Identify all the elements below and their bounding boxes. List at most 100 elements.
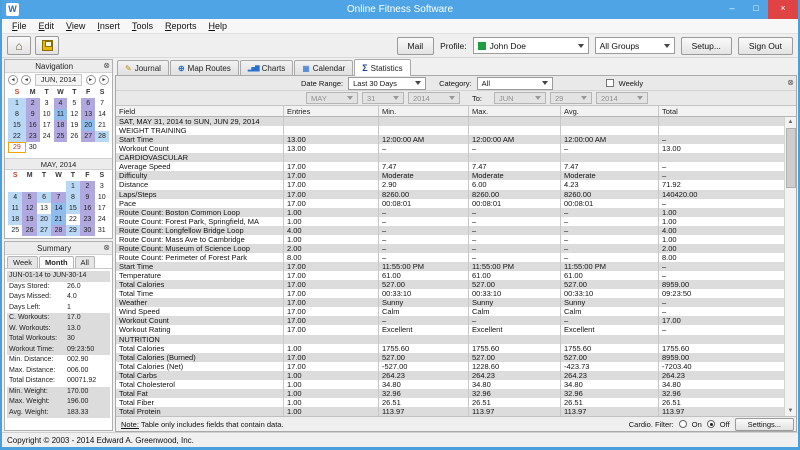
calendar-day[interactable]: 22 — [66, 214, 80, 225]
minimize-button[interactable]: – — [720, 0, 744, 19]
category-select[interactable]: All — [476, 76, 553, 90]
calendar-day[interactable]: 4 — [8, 192, 23, 203]
calendar-day[interactable]: 9 — [25, 109, 40, 120]
calendar-day[interactable]: 24 — [95, 214, 109, 225]
panel-close-icon[interactable]: ⊗ — [103, 62, 110, 70]
menu-view[interactable]: View — [60, 21, 91, 31]
calendar-day[interactable]: 11 — [53, 109, 68, 120]
calendar-day[interactable]: 14 — [51, 203, 66, 214]
calendar-day[interactable]: 14 — [95, 109, 109, 120]
calendar-day[interactable]: 26 — [67, 131, 81, 142]
calendar-day[interactable]: 5 — [22, 192, 37, 203]
calendar-day[interactable]: 19 — [67, 120, 81, 131]
calendar-day[interactable]: 23 — [25, 131, 40, 142]
calendar-day[interactable]: 2 — [25, 98, 40, 109]
to-day-select[interactable]: 29 — [550, 92, 593, 104]
calendar-day[interactable]: 8 — [8, 109, 26, 120]
calendar-day[interactable]: 7 — [95, 98, 109, 109]
calendar-day[interactable]: 10 — [95, 192, 109, 203]
panel-close-icon[interactable]: ⊗ — [103, 244, 110, 252]
mail-button[interactable]: Mail — [396, 36, 435, 55]
tab-calendar[interactable]: ▦ Calendar — [294, 60, 354, 76]
calendar-day[interactable]: 29 — [65, 225, 81, 236]
summary-tab-all[interactable]: All — [74, 256, 95, 268]
calendar-day[interactable]: 17 — [95, 203, 109, 214]
maximize-button[interactable]: □ — [744, 0, 768, 19]
calendar-day[interactable]: 26 — [22, 225, 37, 236]
calendar-day[interactable]: 25 — [8, 225, 22, 236]
calendar-day[interactable]: 3 — [40, 98, 54, 109]
calendar-day[interactable]: 25 — [53, 131, 68, 142]
summary-tab-month[interactable]: Month — [39, 256, 74, 268]
calendar-day[interactable]: 19 — [22, 214, 37, 225]
cardio-on-radio[interactable] — [678, 420, 687, 428]
vertical-scrollbar[interactable]: ▲ ▼ — [784, 117, 796, 416]
scroll-up-icon[interactable]: ▲ — [788, 117, 794, 127]
calendar-day[interactable]: 16 — [80, 203, 95, 214]
signout-button[interactable]: Sign Out — [737, 36, 793, 55]
setup-button[interactable]: Setup... — [680, 36, 732, 55]
calendar-day[interactable]: 24 — [40, 131, 54, 142]
summary-tab-week[interactable]: Week — [7, 256, 39, 268]
calendar-day[interactable]: 29 — [8, 142, 26, 153]
cardio-off-radio[interactable] — [706, 420, 715, 428]
calendar-day[interactable]: 13 — [37, 203, 51, 214]
calendar-day[interactable]: 18 — [53, 120, 68, 131]
menu-reports[interactable]: Reports — [159, 21, 203, 31]
weekly-checkbox[interactable] — [605, 79, 614, 87]
prev-month-icon[interactable]: ◄ — [21, 75, 32, 85]
scrollbar-thumb[interactable] — [785, 128, 796, 188]
calendar-day[interactable]: 4 — [53, 98, 68, 109]
to-month-select[interactable]: JUN — [494, 92, 547, 104]
calendar-day[interactable]: 1 — [8, 98, 26, 109]
calendar-day[interactable]: 28 — [51, 225, 66, 236]
profile-select[interactable]: John Doe — [472, 37, 589, 54]
calendar-day[interactable]: 17 — [40, 120, 54, 131]
calendar-day[interactable]: 12 — [67, 109, 81, 120]
prev-year-icon[interactable]: ◄ — [8, 75, 18, 85]
menu-help[interactable]: Help — [202, 21, 233, 31]
calendar-day[interactable]: 16 — [25, 120, 40, 131]
scroll-down-icon[interactable]: ▼ — [788, 406, 794, 416]
save-button[interactable] — [35, 36, 59, 55]
from-day-select[interactable]: 31 — [362, 92, 404, 104]
close-button[interactable]: × — [768, 0, 798, 19]
from-month-select[interactable]: MAY — [306, 92, 358, 104]
groups-select[interactable]: All Groups — [594, 37, 675, 54]
calendar-day[interactable]: 15 — [8, 120, 26, 131]
calendar-day[interactable]: 18 — [8, 214, 23, 225]
calendar-day[interactable]: 23 — [80, 214, 95, 225]
next-year-icon[interactable]: ► — [99, 75, 109, 85]
menu-edit[interactable]: Edit — [33, 21, 61, 31]
calendar-day[interactable]: 28 — [95, 131, 109, 142]
calendar-day[interactable]: 2 — [80, 181, 95, 192]
tab-statistics[interactable]: Σ Statistics — [354, 59, 411, 76]
calendar-day[interactable]: 12 — [22, 203, 37, 214]
calendar-day[interactable]: 30 — [80, 225, 95, 236]
calendar-day[interactable]: 21 — [51, 214, 66, 225]
calendar-day[interactable]: 10 — [40, 109, 54, 120]
menu-tools[interactable]: Tools — [126, 21, 159, 31]
calendar-day[interactable]: 9 — [80, 192, 95, 203]
calendar-day[interactable]: 7 — [51, 192, 66, 203]
calendar-day[interactable]: 5 — [67, 98, 81, 109]
tab-charts[interactable]: ▂▅▇ Charts — [239, 60, 294, 76]
settings-button[interactable]: Settings... — [734, 417, 794, 431]
calendar-day[interactable]: 31 — [95, 225, 109, 236]
calendar-day[interactable]: 6 — [81, 98, 96, 109]
calendar-day[interactable]: 20 — [81, 120, 96, 131]
calendar-day[interactable]: 6 — [36, 192, 52, 203]
tab-map-routes[interactable]: ⊕ Map Routes — [169, 60, 239, 76]
calendar-day[interactable]: 8 — [65, 192, 81, 203]
date-range-select[interactable]: Last 30 Days — [348, 76, 427, 90]
calendar-day[interactable]: 30 — [26, 142, 40, 153]
calendar-day[interactable]: 3 — [95, 181, 109, 192]
calendar-day[interactable]: 11 — [8, 203, 23, 214]
calendar-day[interactable]: 20 — [36, 214, 52, 225]
calendar-day[interactable]: 15 — [65, 203, 81, 214]
calendar-day[interactable]: 13 — [81, 109, 96, 120]
home-button[interactable]: ⌂ — [7, 36, 31, 55]
tab-journal[interactable]: ✎ Journal — [117, 60, 169, 76]
to-year-select[interactable]: 2014 — [596, 92, 649, 104]
panel-close-icon[interactable]: ⊗ — [787, 79, 794, 87]
